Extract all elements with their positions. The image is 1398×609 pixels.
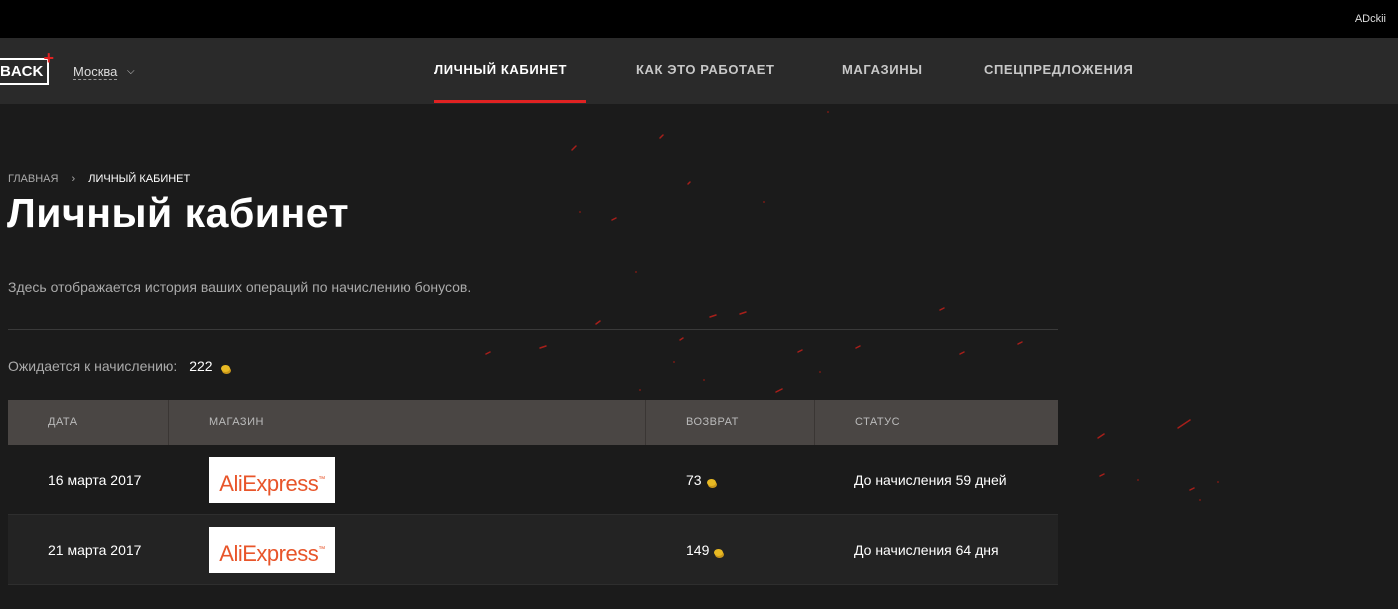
pending-label: Ожидается к начислению: xyxy=(8,358,178,374)
table-header: ДАТА МАГАЗИН ВОЗВРАТ СТАТУС xyxy=(8,400,1058,445)
nav-item-special-offers[interactable]: СПЕЦПРЕДЛОЖЕНИЯ xyxy=(984,62,1133,77)
pending-amount: 222 xyxy=(189,358,213,374)
column-header-cashback: ВОЗВРАТ xyxy=(645,400,814,445)
nav-item-stores[interactable]: МАГАЗИНЫ xyxy=(842,62,923,77)
city-name: Москва xyxy=(73,64,118,80)
site-header: BACK + Москва ⌵ ЛИЧНЫЙ КАБИНЕТ КАК ЭТО Р… xyxy=(0,38,1398,104)
divider xyxy=(8,329,1058,330)
coin-icon xyxy=(714,549,724,556)
aliexpress-logo[interactable]: AliExpress™ xyxy=(209,457,335,503)
pending-bonus: Ожидается к начислению: 222 xyxy=(8,358,231,374)
row-date: 21 марта 2017 xyxy=(48,542,142,558)
aliexpress-logo[interactable]: AliExpress™ xyxy=(209,527,335,573)
breadcrumb-current: ЛИЧНЫЙ КАБИНЕТ xyxy=(88,173,191,185)
top-bar: ADckii xyxy=(0,0,1398,38)
row-cashback: 73 xyxy=(686,445,716,515)
row-date: 16 марта 2017 xyxy=(48,472,142,488)
active-nav-underline xyxy=(434,100,586,103)
user-name-link[interactable]: ADckii xyxy=(1355,13,1386,25)
nav-item-how-it-works[interactable]: КАК ЭТО РАБОТАЕТ xyxy=(636,62,775,77)
column-header-store: МАГАЗИН xyxy=(168,400,645,445)
chevron-down-icon: ⌵ xyxy=(127,66,135,77)
row-status: До начисления 64 дня xyxy=(854,542,999,558)
site-logo[interactable]: BACK + xyxy=(0,49,54,85)
city-selector[interactable]: Москва ⌵ xyxy=(73,64,135,80)
cashback-amount: 149 xyxy=(686,542,710,558)
column-header-status: СТАТУС xyxy=(814,400,1058,445)
page-title: Личный кабинет xyxy=(7,190,350,236)
breadcrumb: ГЛАВНАЯ › ЛИЧНЫЙ КАБИНЕТ xyxy=(8,173,190,185)
logo-text: BACK xyxy=(0,63,44,80)
logo-plus-icon: + xyxy=(43,48,54,68)
chevron-right-icon: › xyxy=(71,173,76,185)
store-name: AliExpress xyxy=(219,541,319,566)
table-row: 16 марта 2017 AliExpress™ 73 До начислен… xyxy=(8,445,1058,515)
column-header-date: ДАТА xyxy=(48,416,78,428)
breadcrumb-home-link[interactable]: ГЛАВНАЯ xyxy=(8,173,58,185)
store-name: AliExpress xyxy=(219,471,319,496)
table-row: 21 марта 2017 AliExpress™ 149 До начисле… xyxy=(8,515,1058,585)
operations-table: ДАТА МАГАЗИН ВОЗВРАТ СТАТУС 16 марта 201… xyxy=(8,400,1058,585)
nav-item-account[interactable]: ЛИЧНЫЙ КАБИНЕТ xyxy=(434,62,567,77)
coin-icon xyxy=(706,479,716,486)
coin-icon xyxy=(221,365,231,372)
page-description: Здесь отображается история ваших операци… xyxy=(8,279,472,295)
row-cashback: 149 xyxy=(686,515,724,585)
row-status: До начисления 59 дней xyxy=(854,472,1007,488)
cashback-amount: 73 xyxy=(686,472,702,488)
